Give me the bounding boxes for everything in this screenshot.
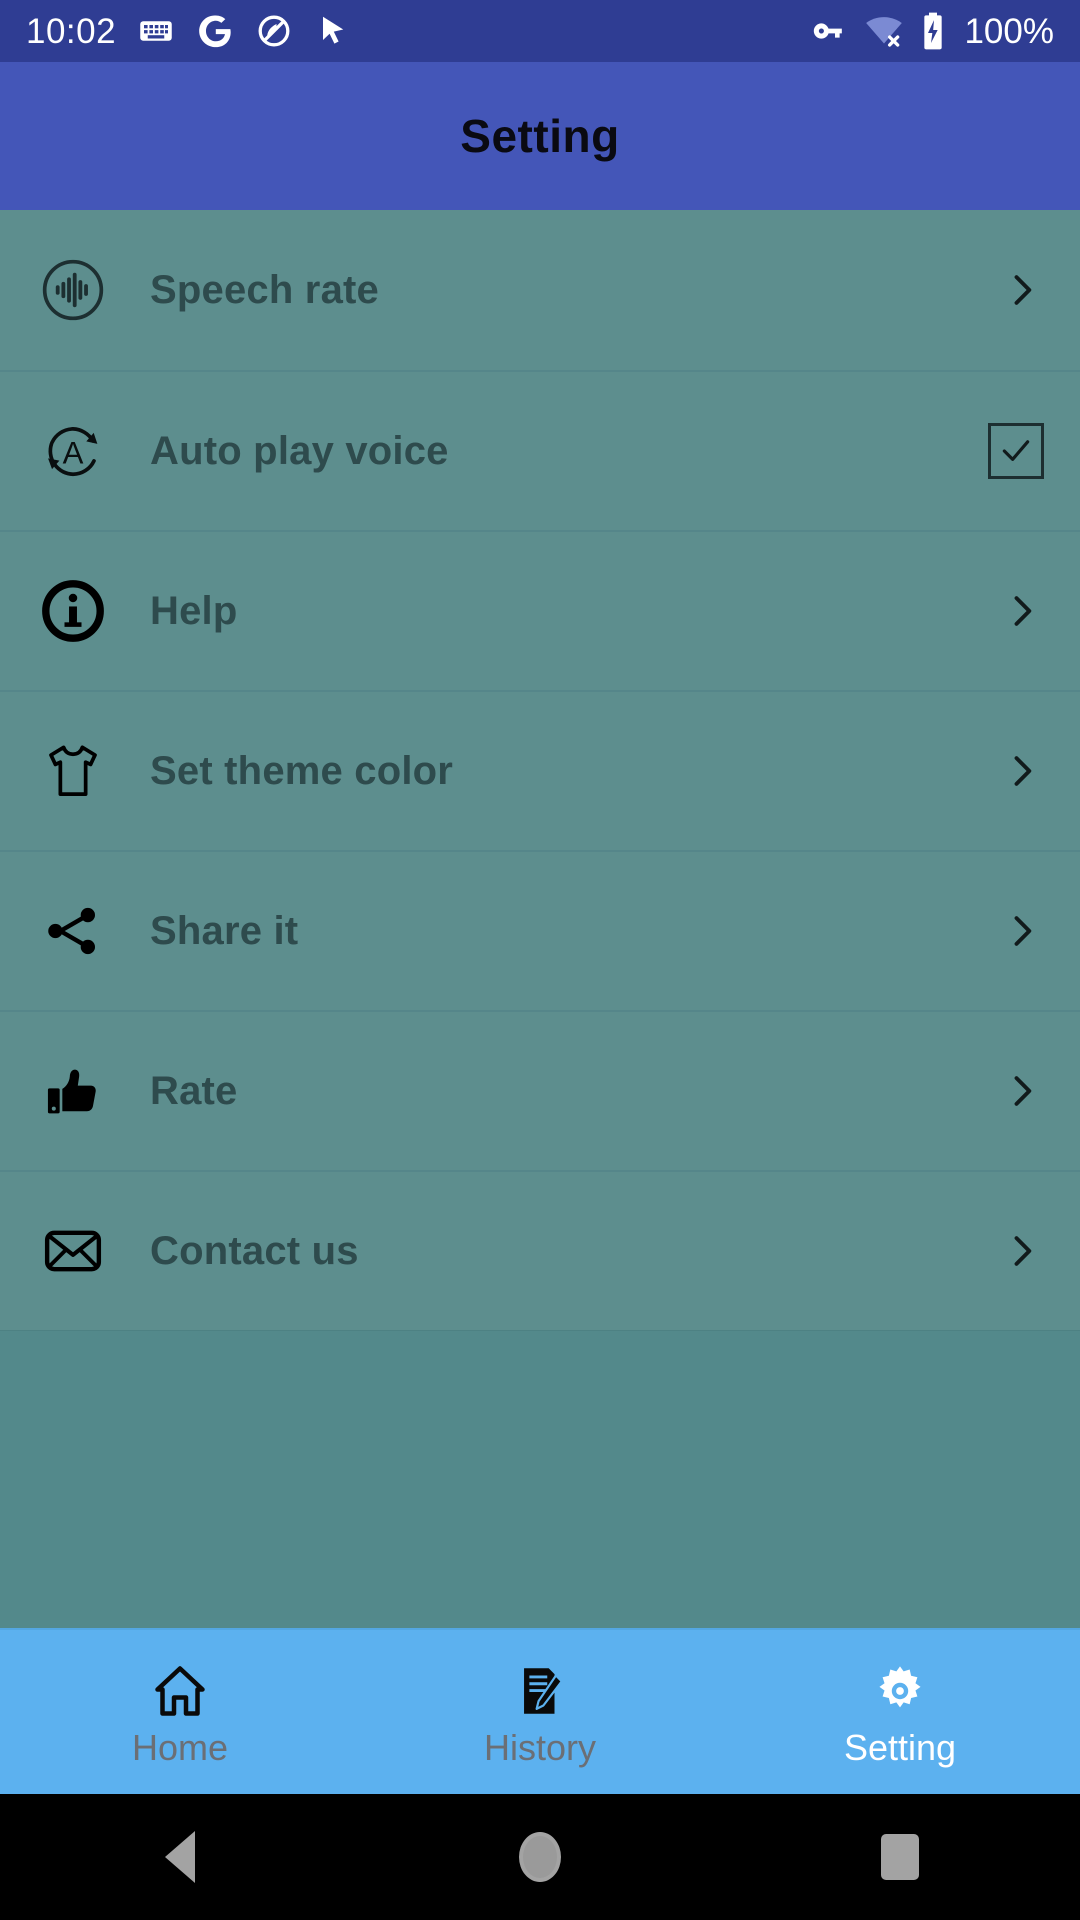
settings-row-label: Help: [150, 588, 238, 633]
cursor-arrow-icon: [314, 13, 350, 49]
vpn-key-icon: [810, 12, 848, 50]
phone-screen: 10:02 100% Setting Speech rate A Auto pl…: [0, 0, 1080, 1920]
circle-slash-icon: [256, 13, 292, 49]
thumbs-up-icon: [36, 1059, 110, 1123]
check-icon: [1002, 440, 1030, 461]
tshirt-icon: [36, 738, 110, 804]
settings-row-set-theme-color[interactable]: Set theme color: [0, 690, 1080, 850]
nav-tab-setting[interactable]: Setting: [720, 1630, 1080, 1794]
wifi-off-icon: [864, 11, 904, 51]
settings-row-label: Contact us: [150, 1228, 359, 1273]
settings-content: Speech rate A Auto play voice Help Set t…: [0, 210, 1080, 1628]
row-trailing[interactable]: [954, 1069, 1044, 1113]
row-trailing[interactable]: [954, 268, 1044, 312]
recents-square-icon: [881, 1834, 919, 1880]
back-triangle-icon: [165, 1831, 195, 1883]
auto-repeat-a-icon: A: [36, 417, 110, 485]
auto-play-voice-checkbox[interactable]: [988, 423, 1044, 479]
row-trailing[interactable]: [954, 1229, 1044, 1273]
back-button[interactable]: [0, 1831, 360, 1883]
settings-row-label: Speech rate: [150, 267, 379, 312]
status-bar-left: 10:02: [26, 12, 350, 50]
recents-button[interactable]: [720, 1834, 1080, 1880]
status-bar: 10:02 100%: [0, 0, 1080, 62]
row-trailing[interactable]: [954, 589, 1044, 633]
status-clock: 10:02: [26, 11, 117, 51]
settings-row-rate[interactable]: Rate: [0, 1010, 1080, 1170]
settings-list: Speech rate A Auto play voice Help Set t…: [0, 210, 1080, 1331]
note-edit-icon: [511, 1658, 569, 1724]
android-system-nav: [0, 1794, 1080, 1920]
nav-tab-home[interactable]: Home: [0, 1630, 360, 1794]
settings-row-label: Share it: [150, 908, 299, 953]
bottom-navigation: Home History Setting: [0, 1628, 1080, 1794]
home-circle-icon: [519, 1832, 561, 1882]
battery-percentage: 100%: [964, 11, 1054, 51]
nav-tab-label: Setting: [843, 1727, 957, 1768]
settings-row-help[interactable]: Help: [0, 530, 1080, 690]
app-header: Setting: [0, 62, 1080, 210]
row-trailing[interactable]: [954, 749, 1044, 793]
settings-row-label: Rate: [150, 1068, 238, 1113]
settings-row-speech-rate[interactable]: Speech rate: [0, 210, 1080, 370]
gear-icon: [871, 1658, 929, 1724]
home-button[interactable]: [360, 1832, 720, 1882]
settings-row-label: Auto play voice: [150, 428, 449, 473]
nav-tab-history[interactable]: History: [360, 1630, 720, 1794]
chevron-right-icon: [1014, 916, 1032, 946]
chevron-right-icon: [1014, 596, 1032, 626]
settings-row-auto-play-voice[interactable]: A Auto play voice: [0, 370, 1080, 530]
row-trailing[interactable]: [954, 423, 1044, 479]
nav-tab-label: History: [483, 1727, 596, 1768]
share-nodes-icon: [36, 898, 110, 964]
envelope-icon: [36, 1218, 110, 1284]
chevron-right-icon: [1014, 1236, 1032, 1266]
settings-row-label: Set theme color: [150, 748, 454, 793]
chevron-right-icon: [1014, 756, 1032, 786]
google-icon: [196, 12, 234, 50]
row-trailing[interactable]: [954, 909, 1044, 953]
svg-text:A: A: [63, 435, 84, 470]
keyboard-icon: [138, 13, 174, 49]
page-title: Setting: [460, 110, 620, 162]
battery-charging-icon: [920, 11, 946, 51]
home-icon: [150, 1658, 210, 1724]
chevron-right-icon: [1014, 275, 1032, 305]
speech-waveform-icon: [36, 256, 110, 324]
settings-row-share-it[interactable]: Share it: [0, 850, 1080, 1010]
chevron-right-icon: [1014, 1076, 1032, 1106]
nav-tab-label: Home: [131, 1727, 229, 1768]
settings-row-contact-us[interactable]: Contact us: [0, 1170, 1080, 1330]
info-circle-icon: [36, 577, 110, 645]
status-bar-right: 100%: [810, 11, 1054, 51]
